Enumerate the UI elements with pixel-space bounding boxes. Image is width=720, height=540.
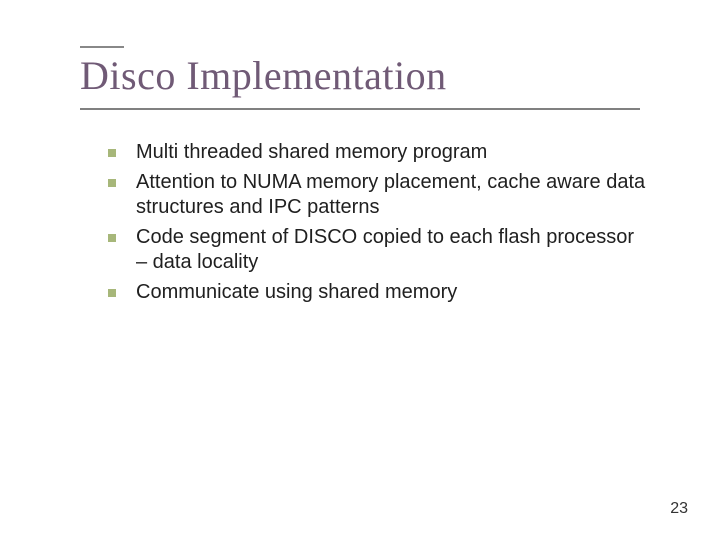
bullet-text: Code segment of DISCO copied to each fla…	[136, 225, 648, 276]
bullet-text: Attention to NUMA memory placement, cach…	[136, 170, 648, 221]
slide-title: Disco Implementation	[80, 52, 447, 99]
square-bullet-icon	[108, 149, 116, 157]
title-accent-rule	[80, 46, 124, 48]
bullet-text: Communicate using shared memory	[136, 280, 648, 306]
list-item: Attention to NUMA memory placement, cach…	[108, 170, 648, 221]
square-bullet-icon	[108, 179, 116, 187]
square-bullet-icon	[108, 234, 116, 242]
title-underline	[80, 108, 640, 110]
bullet-text: Multi threaded shared memory program	[136, 140, 648, 166]
list-item: Code segment of DISCO copied to each fla…	[108, 225, 648, 276]
body-content: Multi threaded shared memory program Att…	[108, 140, 648, 310]
list-item: Multi threaded shared memory program	[108, 140, 648, 166]
list-item: Communicate using shared memory	[108, 280, 648, 306]
page-number: 23	[670, 500, 688, 518]
slide: Disco Implementation Multi threaded shar…	[0, 0, 720, 540]
square-bullet-icon	[108, 289, 116, 297]
